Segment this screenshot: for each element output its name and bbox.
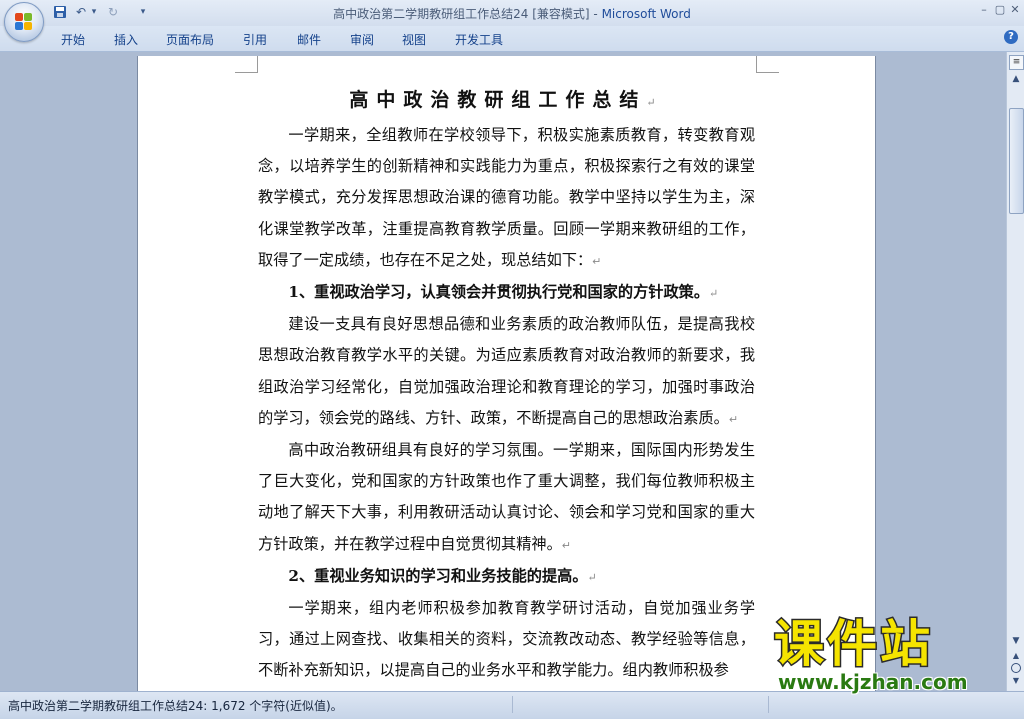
tab-review[interactable]: 审阅 — [350, 31, 374, 48]
paragraph-intro: 一学期来，全组教师在学校领导下，积极实施素质教育，转变教育观念，以培养学生的创新… — [258, 126, 755, 269]
help-icon[interactable]: ? — [1004, 30, 1018, 44]
paragraph-mark-icon: ↵ — [728, 412, 739, 426]
office-button[interactable] — [4, 2, 44, 42]
paragraph-professional-skills: 一学期来，组内老师积极参加教育教学研讨活动，自觉加强业务学习，通过上网查找、收集… — [258, 599, 755, 680]
tab-developer[interactable]: 开发工具 — [455, 31, 503, 48]
tab-references[interactable]: 引用 — [243, 31, 267, 48]
document-title: 高中政治教研组工作总结↵ — [349, 89, 664, 111]
next-page-icon[interactable]: ▼ — [1009, 675, 1023, 687]
title-bar: ↶ ▾ ↻ ▾ 高中政治第二学期教研组工作总结24 [兼容模式] - Micro… — [0, 0, 1024, 26]
status-word-count[interactable]: 高中政治第二学期教研组工作总结24: 1,672 个字符(近似值)。 — [8, 697, 343, 714]
paragraph-mark-icon: ↵ — [709, 287, 719, 301]
watermark-brand: 课件站 — [773, 614, 933, 675]
scroll-up-arrow-icon[interactable]: ▲ — [1009, 72, 1023, 86]
paragraph-political-study: 建设一支具有良好思想品德和业务素质的政治教师队伍，是提高我校思想政治教育教学水平… — [258, 315, 755, 427]
margin-corner-mark — [235, 56, 258, 73]
scroll-thumb[interactable] — [1009, 108, 1024, 214]
ruler-toggle-icon[interactable]: ≡ — [1009, 55, 1024, 70]
paragraph-mark-icon: ↵ — [587, 570, 597, 584]
select-browse-object-icon[interactable] — [1011, 663, 1021, 673]
ribbon-tabs: 开始 插入 页面布局 引用 邮件 审阅 视图 开发工具 ? — [0, 26, 1024, 52]
status-bar: 高中政治第二学期教研组工作总结24: 1,672 个字符(近似值)。 — [0, 691, 1024, 719]
tab-page-layout[interactable]: 页面布局 — [166, 31, 214, 48]
paragraph-learning-atmosphere: 高中政治教研组具有良好的学习氛围。一学期来，国际国内形势发生了巨大变化，党和国家… — [258, 441, 755, 553]
scroll-down-arrow-icon[interactable]: ▼ — [1009, 634, 1023, 648]
maximize-button[interactable]: ▢ — [992, 2, 1008, 18]
section-heading-2: 2、重视业务知识的学习和业务技能的提高。↵ — [288, 566, 597, 585]
document-body[interactable]: 高中政治教研组工作总结↵ 一学期来，全组教师在学校领导下，积极实施素质教育，转变… — [258, 80, 755, 687]
margin-corner-mark — [756, 56, 779, 73]
section-heading-1: 1、重视政治学习，认真领会并贯彻执行党和国家的方针政策。↵ — [288, 283, 719, 302]
previous-page-icon[interactable]: ▲ — [1009, 650, 1023, 662]
status-divider — [768, 696, 769, 713]
tab-home[interactable]: 开始 — [61, 31, 85, 48]
document-workspace: 高中政治教研组工作总结↵ 一学期来，全组教师在学校领导下，积极实施素质教育，转变… — [0, 52, 1006, 691]
close-button[interactable]: ✕ — [1007, 2, 1023, 18]
tab-view[interactable]: 视图 — [402, 31, 426, 48]
title-separator: - — [589, 7, 602, 21]
paragraph-mark-icon: ↵ — [561, 538, 571, 552]
site-watermark: 课件站 www.kjzhan.com — [770, 614, 1010, 695]
watermark-url: www.kjzhan.com — [778, 670, 968, 694]
app-name: Microsoft Word — [601, 7, 691, 21]
window-title: 高中政治第二学期教研组工作总结24 [兼容模式] - Microsoft Wor… — [0, 5, 1024, 22]
document-name: 高中政治第二学期教研组工作总结24 [兼容模式] — [333, 7, 590, 21]
tab-mailings[interactable]: 邮件 — [297, 31, 321, 48]
status-divider — [512, 696, 513, 713]
document-page[interactable]: 高中政治教研组工作总结↵ 一学期来，全组教师在学校领导下，积极实施素质教育，转变… — [137, 56, 876, 691]
paragraph-mark-icon: ↵ — [646, 96, 664, 109]
vertical-scrollbar[interactable]: ≡ ▲ ▼ ▲ ▼ — [1006, 52, 1024, 691]
paragraph-mark-icon: ↵ — [592, 254, 602, 268]
office-logo-icon — [15, 13, 33, 31]
minimize-button[interactable]: – — [976, 2, 992, 18]
tab-insert[interactable]: 插入 — [114, 31, 138, 48]
